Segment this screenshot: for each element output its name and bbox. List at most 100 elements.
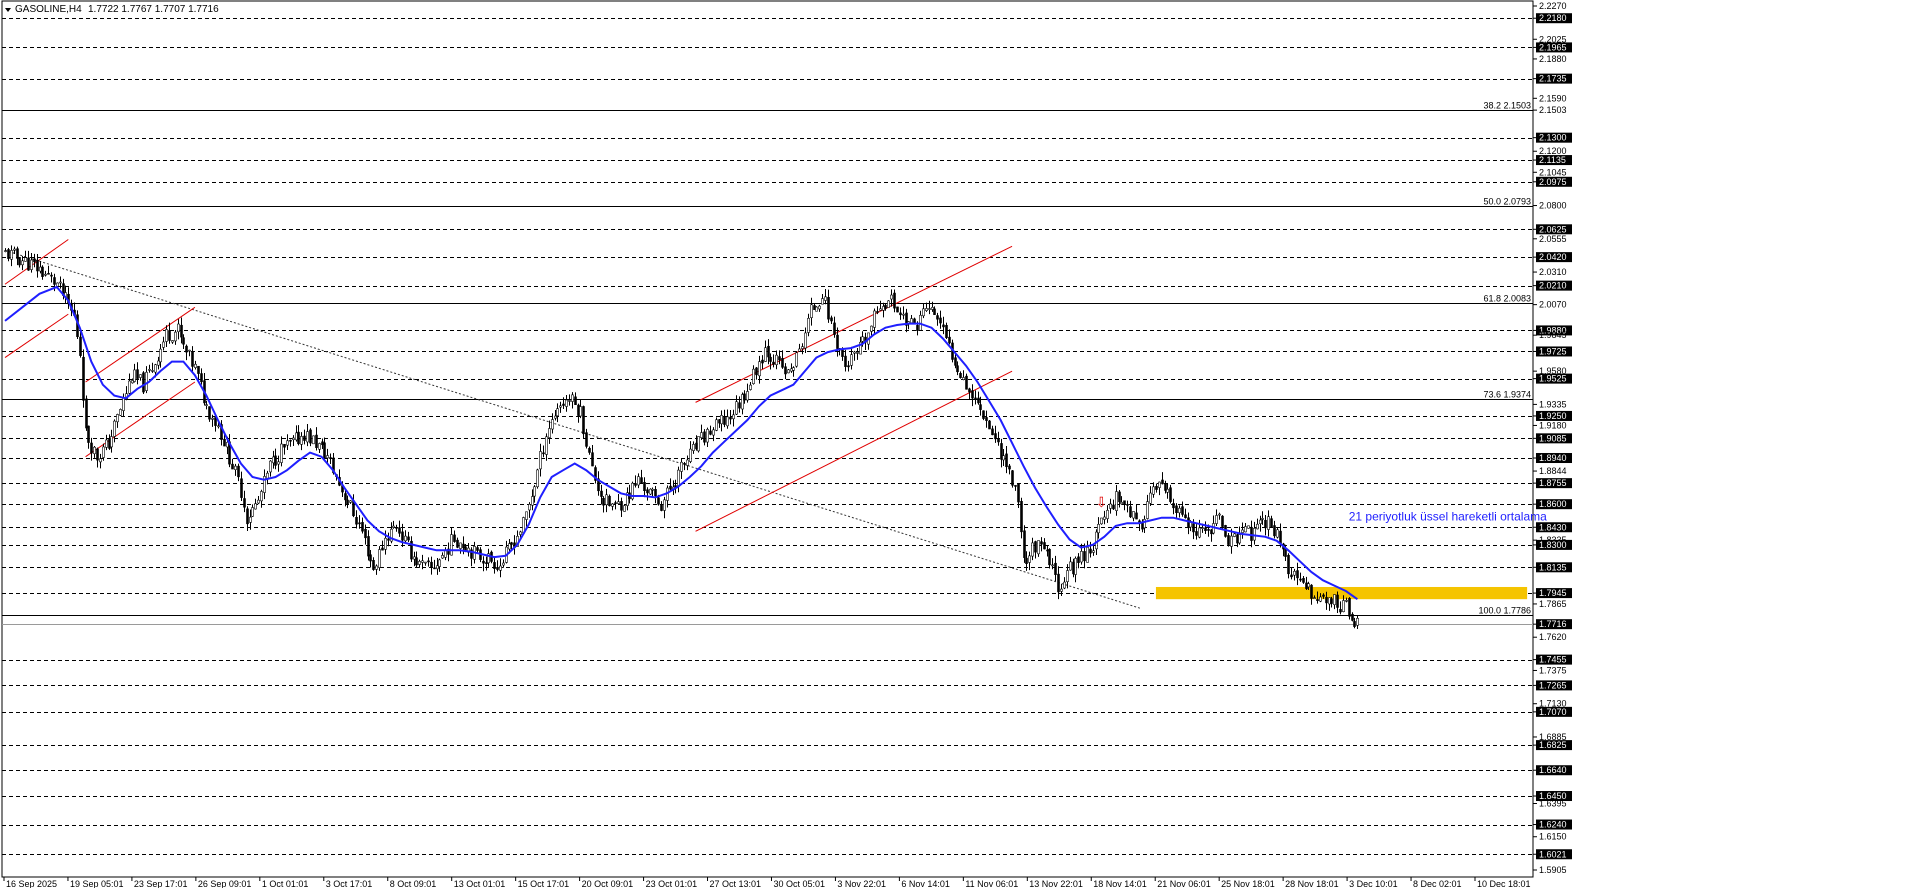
candle-body: [349, 500, 352, 503]
candle-body: [997, 438, 1000, 443]
candle-body: [861, 336, 864, 342]
axis-label: 1.7620: [1539, 632, 1567, 642]
candle-body: [1181, 506, 1184, 515]
candle-body: [798, 348, 801, 352]
candle-body: [637, 476, 640, 486]
candle-body: [1040, 541, 1043, 545]
candle-body: [96, 448, 99, 461]
candle-body: [936, 315, 939, 320]
candle-body: [614, 502, 617, 504]
axis-label: 1.8300: [1539, 540, 1567, 550]
candle-body: [197, 365, 200, 374]
candle-body: [683, 463, 686, 465]
candle-body: [709, 430, 712, 435]
candle-body: [1017, 484, 1020, 503]
candle-body: [251, 507, 254, 517]
candle-body: [533, 486, 536, 497]
candle-body: [303, 435, 306, 441]
candle-body: [1339, 609, 1342, 613]
candle-body: [1066, 570, 1069, 582]
candle-body: [769, 356, 772, 362]
candle-body: [453, 534, 456, 542]
candle-body: [254, 503, 257, 510]
candle-body: [945, 325, 948, 338]
candle-body: [1028, 555, 1031, 563]
candle-body: [415, 557, 418, 566]
candle-body: [1005, 453, 1008, 468]
candle-body: [752, 368, 755, 385]
candle-body: [18, 257, 21, 266]
candle-body: [841, 348, 844, 357]
candle-body: [1092, 550, 1095, 553]
candle-body: [300, 436, 303, 445]
candle-body: [395, 527, 398, 529]
time-label: 11 Nov 06:01: [965, 879, 1018, 888]
candle-body: [910, 318, 913, 324]
chart-canvas[interactable]: 38.2 2.1503 50.0 2.0793 61.8 2.0083 73.6 1.…: [0, 0, 1916, 888]
candle-body: [1135, 512, 1138, 520]
candle-body: [119, 409, 122, 416]
candle-body: [1095, 531, 1098, 550]
candle-body: [1293, 570, 1296, 576]
candle-body: [1097, 524, 1100, 534]
candle-body: [139, 374, 142, 378]
candle-body: [418, 561, 421, 565]
candle-body: [1011, 470, 1014, 486]
candle-body: [634, 483, 637, 486]
axis-label: 1.8940: [1539, 453, 1567, 463]
candle-body: [536, 469, 539, 488]
candle-body: [692, 444, 695, 451]
candle-body: [654, 489, 657, 497]
candle-body: [145, 371, 148, 391]
candle-body: [933, 308, 936, 315]
candle-body: [1316, 599, 1319, 602]
candle-body: [729, 416, 732, 420]
candle-body: [1325, 597, 1328, 604]
candle-body: [326, 455, 329, 459]
time-label: 16 Sep 2025: [6, 879, 57, 888]
candle-body: [605, 494, 608, 506]
candle-body: [954, 357, 957, 366]
candle-body: [205, 404, 208, 406]
candle-body: [1333, 594, 1336, 606]
axis-label: 2.2270: [1539, 1, 1567, 11]
candle-body: [1051, 564, 1054, 567]
candle-body: [185, 345, 188, 353]
candle-body: [151, 370, 154, 372]
candle-body: [1172, 503, 1175, 509]
time-label: 26 Sep 09:01: [198, 879, 252, 888]
candle-body: [565, 399, 568, 407]
time-label: 10 Dec 18:01: [1477, 879, 1531, 888]
candle-body: [79, 336, 82, 356]
axis-label: 2.1300: [1539, 133, 1567, 143]
candle-body: [289, 439, 292, 442]
candle-body: [168, 330, 171, 341]
time-label: 25 Nov 18:01: [1221, 879, 1275, 888]
candle-body: [1261, 518, 1264, 520]
candle-body: [1086, 546, 1089, 563]
candle-body: [90, 442, 93, 454]
chart-header: GASOLINE,H4 1.7722 1.7767 1.7707 1.7716: [5, 4, 219, 15]
candle-body: [723, 416, 726, 425]
candle-body: [1106, 510, 1109, 519]
candle-body: [1342, 600, 1345, 613]
candle-body: [1244, 526, 1247, 533]
candle-body: [441, 555, 444, 559]
candle-body: [1109, 503, 1112, 509]
candle-body: [171, 340, 174, 343]
candle-body: [640, 477, 643, 484]
candle-body: [1129, 506, 1132, 518]
candle-body: [430, 561, 433, 568]
axis-label: 2.1590: [1539, 93, 1567, 103]
candle-body: [56, 282, 59, 287]
candle-body: [1336, 594, 1339, 608]
candle-body: [1264, 519, 1267, 529]
candle-body: [559, 405, 562, 408]
candle-body: [378, 549, 381, 568]
candle-body: [148, 369, 151, 371]
candle-body: [620, 501, 623, 511]
candle-body: [226, 441, 229, 448]
candle-body: [1256, 523, 1259, 530]
axis-label: 1.6150: [1539, 832, 1567, 842]
axis-label: 1.8135: [1539, 562, 1567, 572]
